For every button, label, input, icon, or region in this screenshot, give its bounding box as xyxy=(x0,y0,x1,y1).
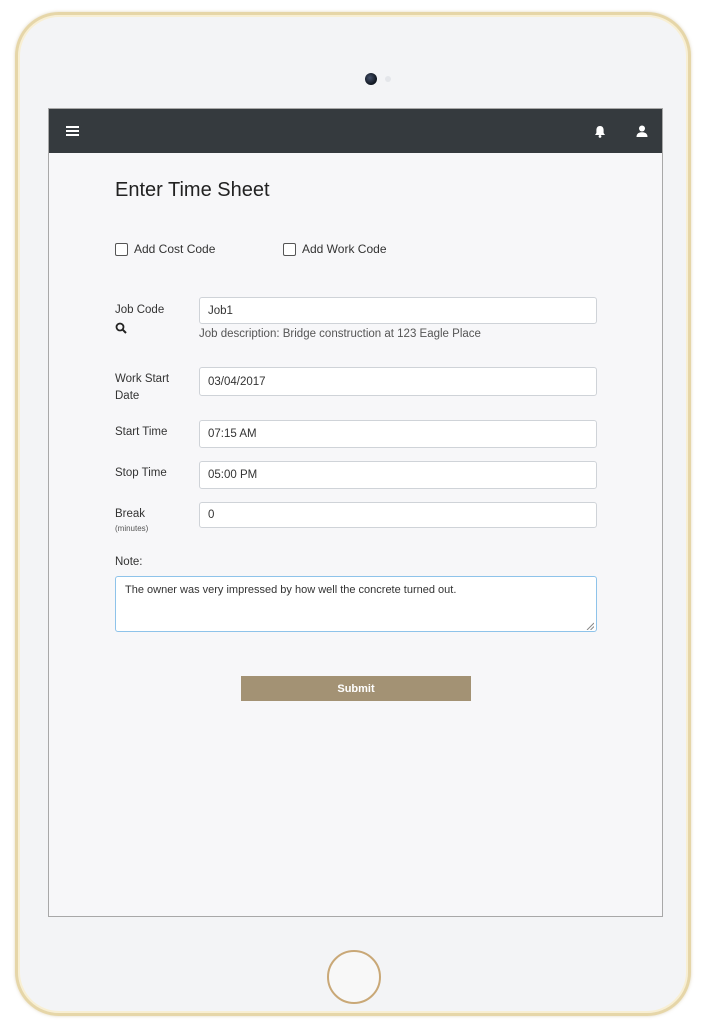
start-time-label: Start Time xyxy=(115,426,168,438)
note-text: The owner was very impressed by how well… xyxy=(125,584,457,596)
add-cost-code-label: Add Cost Code xyxy=(134,242,216,256)
search-icon[interactable] xyxy=(115,321,127,334)
camera xyxy=(365,73,377,85)
add-work-code-checkbox[interactable]: Add Work Code xyxy=(283,242,387,256)
work-start-date-label-line1: Work Start xyxy=(115,373,170,385)
break-label: Break (minutes) xyxy=(115,506,148,535)
stop-time-input[interactable]: 05:00 PM xyxy=(199,461,597,489)
work-start-date-label-line2: Date xyxy=(115,390,140,402)
add-work-code-label: Add Work Code xyxy=(302,242,387,256)
stop-time-label: Stop Time xyxy=(115,467,167,479)
job-code-input[interactable]: Job1 xyxy=(199,297,597,324)
break-input[interactable]: 0 xyxy=(199,502,597,528)
home-button[interactable] xyxy=(327,950,381,1004)
submit-button[interactable]: Submit xyxy=(241,676,471,701)
sensor xyxy=(385,76,391,82)
user-icon[interactable] xyxy=(631,109,653,153)
work-start-date-input[interactable]: 03/04/2017 xyxy=(199,367,597,396)
page-title: Enter Time Sheet xyxy=(115,179,270,201)
app-screen: Enter Time Sheet Add Cost Code Add Work … xyxy=(48,108,663,917)
work-start-date-label: Work Start Date xyxy=(115,371,169,405)
job-description: Job description: Bridge construction at … xyxy=(199,328,481,340)
start-time-input[interactable]: 07:15 AM xyxy=(199,420,597,448)
checkbox-square[interactable] xyxy=(283,242,296,256)
add-cost-code-checkbox[interactable]: Add Cost Code xyxy=(115,242,215,256)
note-textarea[interactable]: The owner was very impressed by how well… xyxy=(115,576,597,632)
note-label: Note: xyxy=(115,556,143,568)
break-hint: (minutes) xyxy=(115,524,149,533)
menu-icon[interactable] xyxy=(61,109,83,153)
resize-grip-icon[interactable] xyxy=(586,621,595,631)
bell-icon[interactable] xyxy=(589,109,611,153)
top-navigation-bar xyxy=(49,109,662,153)
checkbox-square[interactable] xyxy=(115,242,128,256)
job-code-label: Job Code xyxy=(115,304,165,316)
break-label-text: Break xyxy=(115,508,146,520)
